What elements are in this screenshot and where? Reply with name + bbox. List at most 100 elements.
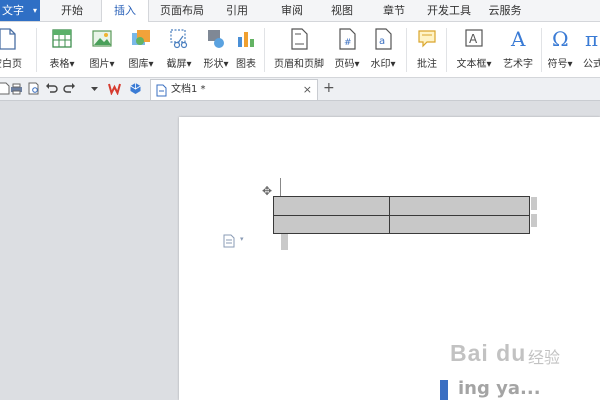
- table-button[interactable]: 表格▾: [42, 25, 82, 75]
- gallery-icon: [132, 30, 150, 45]
- svg-text:A: A: [510, 27, 526, 51]
- tab-page-layout[interactable]: 页面布局: [153, 0, 211, 21]
- ribbon-separator: [36, 28, 37, 72]
- svg-text:#: #: [344, 38, 352, 48]
- table-cell[interactable]: [389, 214, 530, 234]
- tab-home[interactable]: 开始: [49, 0, 95, 21]
- formula-icon: π: [585, 27, 598, 51]
- chart-label: 图表: [236, 59, 256, 70]
- comment-button[interactable]: 批注: [411, 25, 443, 75]
- table-row: [273, 214, 530, 234]
- new-doc-icon[interactable]: [0, 82, 10, 95]
- table-label: 表格▾: [49, 59, 75, 70]
- page-number-button[interactable]: # 页码▾: [329, 25, 365, 75]
- watermark-edge-mark: [440, 380, 448, 400]
- formula-label: 公式: [583, 59, 600, 70]
- close-icon[interactable]: ×: [303, 80, 312, 100]
- undo-icon[interactable]: [45, 82, 58, 95]
- customize-dropdown-icon[interactable]: [88, 82, 101, 95]
- textbox-label: 文本框▾: [456, 59, 492, 70]
- comment-label: 批注: [417, 59, 437, 70]
- redo-icon[interactable]: [63, 82, 76, 95]
- table-icon: [52, 29, 72, 48]
- ribbon-separator: [264, 28, 265, 72]
- chevron-down-icon[interactable]: ▾: [240, 235, 244, 243]
- watermark-button[interactable]: a 水印▾: [365, 25, 401, 75]
- document-tab[interactable]: 文档1 * ×: [150, 79, 318, 100]
- wordart-icon: A: [510, 27, 526, 51]
- table-move-handle-icon[interactable]: ✥: [262, 184, 272, 198]
- gallery-label: 图库▾: [128, 59, 154, 70]
- table-resize-handle[interactable]: [281, 234, 288, 250]
- wordart-button[interactable]: A 艺术字: [498, 25, 538, 75]
- header-footer-icon: [291, 28, 308, 50]
- page-number-label: 页码▾: [334, 59, 360, 70]
- baidu-watermark: Bai du 经验 ing ya...: [430, 334, 600, 400]
- watermark-bottom-text: ing ya...: [458, 378, 541, 399]
- blank-page-icon: [0, 28, 16, 50]
- svg-text:Ω: Ω: [552, 27, 569, 51]
- ribbon-separator: [541, 28, 542, 72]
- picture-label: 图片▾: [89, 59, 115, 70]
- tab-review[interactable]: 审阅: [272, 0, 312, 21]
- shapes-label: 形状▾: [203, 59, 229, 70]
- print-preview-icon[interactable]: [27, 82, 40, 95]
- tab-cloud[interactable]: 云服务: [484, 0, 526, 21]
- formula-button[interactable]: π 公式: [578, 25, 600, 75]
- tab-insert[interactable]: 插入: [101, 0, 149, 22]
- watermark-text: 经验: [528, 348, 561, 367]
- screenshot-label: 截屏▾: [166, 59, 192, 70]
- table-cell[interactable]: [273, 196, 390, 216]
- watermark-logo: Bai du: [450, 340, 527, 366]
- wps-logo-icon[interactable]: [108, 82, 121, 95]
- table-row: [273, 196, 530, 216]
- tab-developer[interactable]: 开发工具: [423, 0, 475, 21]
- table-cell[interactable]: [273, 214, 390, 234]
- quick-access-bar: 文档1 * × +: [0, 78, 600, 101]
- ribbon-separator: [446, 28, 447, 72]
- document-icon: [156, 84, 167, 97]
- picture-button[interactable]: 图片▾: [83, 25, 121, 75]
- row-end-marker: [531, 214, 537, 227]
- chart-button[interactable]: 图表: [232, 25, 260, 75]
- svg-text:π: π: [585, 27, 598, 51]
- symbol-button[interactable]: Ω 符号▾: [544, 25, 576, 75]
- header-footer-button[interactable]: 页眉和页脚: [270, 25, 328, 75]
- blank-page-button[interactable]: 空白页: [0, 25, 28, 75]
- new-tab-button[interactable]: +: [323, 78, 335, 99]
- app-menu-button[interactable]: 文字 ▾: [0, 0, 40, 21]
- chart-icon: [238, 32, 254, 47]
- header-footer-label: 页眉和页脚: [274, 59, 324, 70]
- screenshot-button[interactable]: 截屏▾: [160, 25, 198, 75]
- tab-section[interactable]: 章节: [374, 0, 414, 21]
- margin-crop-mark: [280, 178, 281, 196]
- document-tab-title: 文档1 *: [171, 84, 206, 95]
- screenshot-icon: [170, 29, 188, 49]
- watermark-icon: a: [375, 28, 392, 50]
- menu-bar: 文字 ▾ 开始 插入 页面布局 引用 审阅 视图 章节 开发工具 云服务: [0, 0, 600, 22]
- paragraph-layout-icon[interactable]: [222, 234, 236, 248]
- shapes-button[interactable]: 形状▾: [197, 25, 235, 75]
- picture-icon: [92, 30, 112, 47]
- ribbon-toolbar: 空白页 表格▾ 图片▾ 图库▾: [0, 22, 600, 78]
- tab-references[interactable]: 引用: [217, 0, 257, 21]
- symbol-icon: Ω: [552, 27, 569, 51]
- wordart-label: 艺术字: [503, 59, 533, 70]
- svg-text:a: a: [379, 36, 385, 47]
- textbox-button[interactable]: A 文本框▾: [451, 25, 497, 75]
- shapes-icon: [208, 30, 224, 48]
- row-end-marker: [531, 197, 537, 210]
- table-cell[interactable]: [389, 196, 530, 216]
- print-icon[interactable]: [10, 82, 23, 95]
- watermark-label: 水印▾: [370, 59, 396, 70]
- gallery-button[interactable]: 图库▾: [121, 25, 161, 75]
- textbox-icon: A: [465, 29, 483, 47]
- cloud-box-icon[interactable]: [129, 82, 142, 95]
- symbol-label: 符号▾: [547, 59, 573, 70]
- app-menu-label: 文字: [2, 4, 24, 17]
- document-table[interactable]: [273, 196, 530, 234]
- blank-page-label: 空白页: [0, 59, 22, 70]
- tab-view[interactable]: 视图: [322, 0, 362, 21]
- svg-text:A: A: [469, 32, 478, 46]
- comment-icon: [418, 30, 436, 48]
